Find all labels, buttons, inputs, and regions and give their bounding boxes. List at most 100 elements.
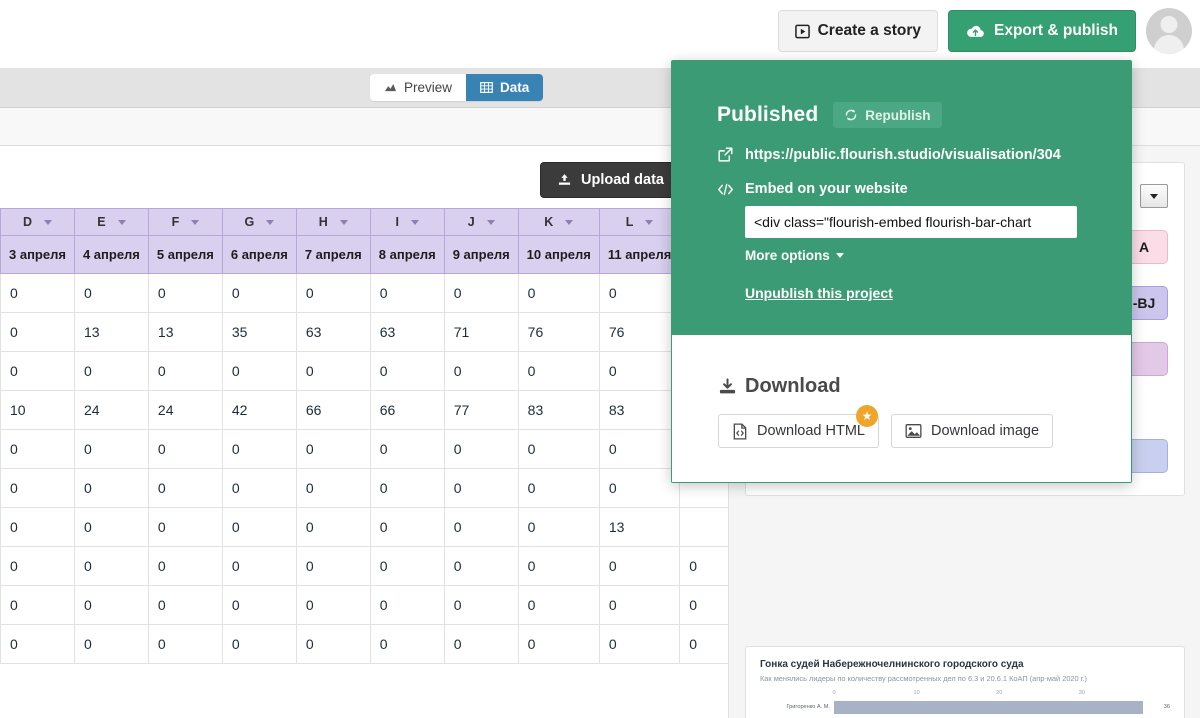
unpublish-link[interactable]: Unpublish this project: [745, 285, 1086, 301]
chevron-down-icon[interactable]: [565, 219, 574, 225]
table-cell[interactable]: 0: [598, 273, 681, 313]
table-cell[interactable]: 0: [295, 429, 371, 469]
table-cell[interactable]: 0: [443, 546, 519, 586]
table-cell[interactable]: 0: [147, 468, 223, 508]
table-cell[interactable]: 0: [147, 429, 223, 469]
table-cell[interactable]: 0: [517, 429, 600, 469]
table-cell[interactable]: 0: [679, 624, 728, 664]
table-cell[interactable]: 0: [517, 273, 600, 313]
table-cell[interactable]: 13: [147, 312, 223, 352]
table-cell[interactable]: 0: [679, 585, 728, 625]
column-date-header[interactable]: 9 апреля: [443, 235, 519, 274]
column-header-E[interactable]: E: [73, 208, 149, 236]
column-date-header[interactable]: 10 апреля: [517, 235, 600, 274]
table-cell[interactable]: 0: [295, 546, 371, 586]
create-story-button[interactable]: Create a story: [777, 10, 938, 52]
table-cell[interactable]: 0: [147, 351, 223, 391]
chart-preview-card[interactable]: Гонка судей Набережночелнинского городск…: [745, 646, 1185, 718]
column-date-header[interactable]: 4 апреля: [73, 235, 149, 274]
chevron-down-icon[interactable]: [486, 219, 495, 225]
table-cell[interactable]: 0: [73, 429, 149, 469]
table-cell[interactable]: 0: [147, 273, 223, 313]
table-cell[interactable]: 63: [295, 312, 371, 352]
table-cell[interactable]: 35: [221, 312, 297, 352]
table-cell[interactable]: 0: [443, 624, 519, 664]
table-cell[interactable]: 0: [295, 468, 371, 508]
table-cell[interactable]: 0: [517, 585, 600, 625]
table-cell[interactable]: 83: [598, 390, 681, 430]
table-cell[interactable]: 0: [73, 468, 149, 508]
table-cell[interactable]: 0: [517, 468, 600, 508]
table-cell[interactable]: 0: [517, 507, 600, 547]
chevron-down-icon[interactable]: [117, 219, 126, 225]
table-cell[interactable]: 0: [0, 312, 75, 352]
tab-data[interactable]: Data: [466, 74, 544, 101]
table-cell[interactable]: 0: [443, 273, 519, 313]
table-cell[interactable]: 0: [369, 585, 445, 625]
column-header-D[interactable]: D: [0, 208, 75, 236]
table-cell[interactable]: 0: [517, 546, 600, 586]
export-publish-button[interactable]: Export & publish: [948, 10, 1136, 52]
published-url[interactable]: https://public.flourish.studio/visualisa…: [745, 147, 1061, 163]
table-cell[interactable]: 0: [221, 429, 297, 469]
table-cell[interactable]: 0: [221, 546, 297, 586]
table-cell[interactable]: 76: [517, 312, 600, 352]
republish-button[interactable]: Republish: [833, 102, 942, 128]
table-cell[interactable]: 42: [221, 390, 297, 430]
column-date-header[interactable]: 5 апреля: [147, 235, 223, 274]
published-url-row[interactable]: https://public.flourish.studio/visualisa…: [717, 146, 1086, 163]
table-cell[interactable]: 0: [0, 468, 75, 508]
column-select-dropdown[interactable]: [1140, 184, 1168, 208]
column-date-header[interactable]: 8 апреля: [369, 235, 445, 274]
table-cell[interactable]: 0: [443, 507, 519, 547]
table-cell[interactable]: 0: [598, 585, 681, 625]
table-cell[interactable]: 0: [598, 468, 681, 508]
table-cell[interactable]: 0: [443, 351, 519, 391]
table-cell[interactable]: 0: [0, 351, 75, 391]
table-cell[interactable]: 0: [147, 585, 223, 625]
download-image-button[interactable]: Download image: [891, 414, 1054, 448]
table-cell[interactable]: [679, 507, 728, 547]
column-header-J[interactable]: J: [443, 208, 519, 236]
table-cell[interactable]: 0: [0, 585, 75, 625]
column-date-header[interactable]: 7 апреля: [295, 235, 371, 274]
embed-code-input[interactable]: [745, 206, 1077, 238]
table-cell[interactable]: 0: [147, 546, 223, 586]
table-cell[interactable]: 0: [221, 468, 297, 508]
table-cell[interactable]: 0: [443, 468, 519, 508]
tab-preview[interactable]: Preview: [370, 74, 467, 101]
chevron-down-icon[interactable]: [266, 219, 275, 225]
table-cell[interactable]: 0: [221, 624, 297, 664]
table-cell[interactable]: 0: [0, 273, 75, 313]
table-cell[interactable]: 0: [369, 273, 445, 313]
chevron-down-icon[interactable]: [43, 219, 52, 225]
table-cell[interactable]: 0: [73, 585, 149, 625]
table-cell[interactable]: 13: [73, 312, 149, 352]
column-header-K[interactable]: K: [517, 208, 600, 236]
table-cell[interactable]: 0: [517, 624, 600, 664]
more-options-toggle[interactable]: More options: [745, 248, 844, 263]
table-cell[interactable]: 0: [221, 351, 297, 391]
data-grid[interactable]: DEFGHIJKLM 3 апреля4 апреля5 апреля6 апр…: [0, 208, 728, 688]
table-cell[interactable]: 0: [295, 273, 371, 313]
table-cell[interactable]: 0: [369, 429, 445, 469]
table-cell[interactable]: 77: [443, 390, 519, 430]
table-cell[interactable]: 0: [221, 507, 297, 547]
table-cell[interactable]: 0: [221, 273, 297, 313]
table-cell[interactable]: 0: [369, 624, 445, 664]
table-cell[interactable]: 0: [598, 429, 681, 469]
table-cell[interactable]: 76: [598, 312, 681, 352]
column-date-header[interactable]: 11 апреля: [598, 235, 681, 274]
chevron-down-icon[interactable]: [191, 219, 200, 225]
table-cell[interactable]: 0: [369, 468, 445, 508]
table-cell[interactable]: 10: [0, 390, 75, 430]
table-cell[interactable]: 0: [0, 624, 75, 664]
table-cell[interactable]: 83: [517, 390, 600, 430]
table-cell[interactable]: 0: [295, 351, 371, 391]
column-header-I[interactable]: I: [369, 208, 445, 236]
table-cell[interactable]: 0: [598, 351, 681, 391]
table-cell[interactable]: 0: [679, 546, 728, 586]
table-cell[interactable]: 63: [369, 312, 445, 352]
table-cell[interactable]: 66: [369, 390, 445, 430]
table-cell[interactable]: 0: [443, 585, 519, 625]
